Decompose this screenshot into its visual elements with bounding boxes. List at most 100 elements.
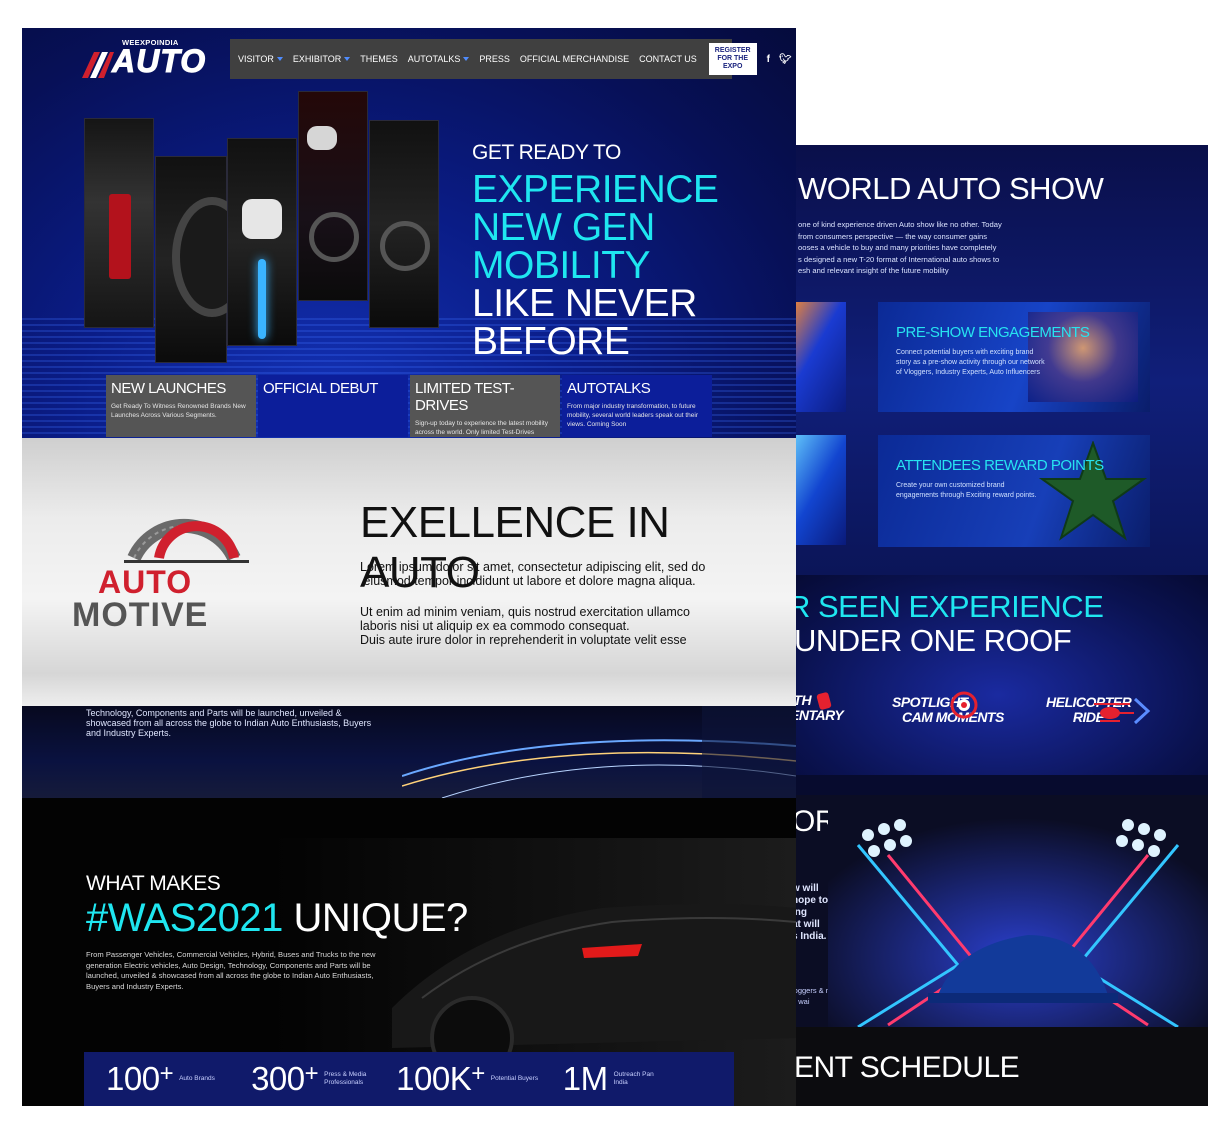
stat-number: 1M	[563, 1060, 608, 1098]
card-text: Connect potential buyers with exciting b…	[896, 349, 1045, 376]
back-page-screenshot: WORLD AUTO SHOW one of kind experience d…	[788, 145, 1208, 1106]
unveil-text-line: ing	[792, 907, 807, 918]
unique-pre-title: WHAT MAKES	[86, 872, 221, 895]
helicopter-icon	[1094, 703, 1134, 722]
partial-card-image	[788, 302, 846, 412]
stat-number: 100K+	[396, 1060, 485, 1098]
nav-label: OFFICIAL MERCHANDISE	[519, 54, 630, 64]
experience-line1: R SEEN EXPERIENCE	[788, 589, 1104, 624]
experience-line2: UNDER ONE ROOF	[794, 623, 1072, 658]
logo-word: AUTO	[111, 43, 207, 79]
nav-press[interactable]: PRESS	[479, 54, 510, 64]
excellence-paragraph-2: Ut enim ad minim veniam, quis nostrud ex…	[360, 605, 690, 647]
twitter-icon[interactable]: 🐦︎	[779, 54, 792, 65]
feature-title: AUTOTALKS	[567, 380, 651, 397]
unique-title-rest: UNIQUE?	[282, 896, 468, 940]
register-button[interactable]: REGISTER FOR THE EXPO	[708, 43, 757, 75]
automotive-logo-line2: MOTIVE	[72, 596, 209, 634]
car-wheel-image	[155, 156, 252, 363]
feature-text: Get Ready To Witness Renowned Brands New…	[111, 403, 246, 419]
unveil-text-line: s India.	[792, 931, 827, 942]
motorcycle-front-image	[298, 91, 368, 301]
stat-plus: +	[471, 1060, 485, 1087]
chevron-down-icon	[344, 57, 351, 61]
feature-new-launches[interactable]: NEW LAUNCHES Get Ready To Witness Renown…	[106, 375, 256, 437]
register-label: REGISTER	[714, 47, 751, 54]
hero-section: WEEXPOINDIA AUTO VISITOR EXHIBITOR THEME…	[22, 28, 796, 445]
motorcycle-wheel	[309, 212, 359, 262]
show-text-line: from consumers perspective — the way con…	[798, 231, 988, 241]
motorcycle-side-image	[369, 120, 439, 328]
unveil-text: w will hope to ing at will s India.	[792, 883, 828, 943]
feature-title: NEW LAUNCHES	[111, 380, 226, 397]
hero-line-experience: EXPERIENCE	[472, 168, 719, 211]
show-text-line: esh and relevant insight of the future m…	[798, 266, 949, 275]
chevron-down-icon	[463, 57, 470, 61]
nav-label: VISITOR	[238, 54, 274, 64]
stat-number: 300+	[251, 1060, 319, 1098]
stat-value: 100	[106, 1060, 160, 1097]
unveil-text-line: w will	[792, 883, 819, 894]
main-navigation: VISITOR EXHIBITOR THEMES AUTOTALKS PRESS…	[230, 39, 792, 79]
hero-line-never-before: LIKE NEVER BEFORE	[472, 282, 697, 363]
card-text: Create your own customized brand engagem…	[896, 482, 1037, 499]
feature-autotalks[interactable]: AUTOTALKS From major industry transforma…	[562, 375, 712, 437]
motorcycle-wheel	[380, 221, 430, 271]
world-auto-show-title: WORLD AUTO SHOW	[798, 171, 1104, 206]
card-title: PRE-SHOW ENGAGEMENTS	[896, 324, 1090, 341]
star-icon	[1038, 441, 1148, 541]
feature-text: From major industry transformation, to f…	[567, 403, 699, 428]
spotlight-target-icon	[950, 691, 978, 719]
facebook-icon[interactable]: f	[767, 54, 770, 65]
nav-visitor[interactable]: VISITOR	[238, 54, 283, 64]
nav-exhibitor[interactable]: EXHIBITOR	[292, 54, 351, 64]
unique-section: WHAT MAKES #WAS2021 UNIQUE? From Passeng…	[22, 798, 796, 1106]
pre-show-engagements-card[interactable]: PRE-SHOW ENGAGEMENTS Connect potential b…	[878, 302, 1150, 412]
unique-description: From Passenger Vehicles, Commercial Vehi…	[86, 950, 376, 991]
attendees-reward-points-card[interactable]: ATTENDEES REWARD POINTS Create your own …	[878, 435, 1150, 547]
city-text: Technology, Components and Parts will be…	[86, 708, 372, 738]
charging-cable-glow	[258, 259, 266, 339]
stat-label: Auto Brands	[179, 1075, 215, 1082]
paragraph-line: laboris nisi ut aliquip ex ea commodo co…	[360, 619, 630, 633]
stats-bar: 100+ Auto Brands 300+ Press & Media Prof…	[84, 1052, 734, 1106]
stat-number: 100+	[106, 1060, 174, 1098]
nav-autotalks[interactable]: AUTOTALKS	[408, 54, 470, 64]
stat-value: 1M	[562, 1060, 608, 1097]
world-auto-show-text: one of kind experience driven Auto show …	[798, 219, 1058, 277]
stat-value: 300	[251, 1060, 305, 1097]
truck-taillight	[109, 194, 131, 279]
stat-plus: +	[159, 1060, 174, 1087]
hero-pre-title: GET READY TO	[472, 141, 621, 164]
nav-label: THEMES	[360, 54, 398, 64]
site-logo[interactable]: WEEXPOINDIA AUTO	[82, 36, 222, 82]
register-label: FOR THE EXPO	[717, 55, 749, 70]
nav-official-merchandise[interactable]: OFFICIAL MERCHANDISE	[520, 54, 629, 64]
hero-line-new-gen: NEW GEN MOBILITY	[472, 206, 655, 287]
experience-item-line: ENTARY	[790, 707, 844, 723]
show-text-line: s designed a new T-20 format of Internat…	[798, 254, 1000, 264]
feature-official-debut[interactable]: OFFICIAL DEBUT	[258, 375, 408, 437]
ev-charger-image	[227, 138, 297, 346]
nav-contact-us[interactable]: CONTACT US	[639, 54, 697, 64]
unveil-text-line: hope to	[792, 895, 829, 906]
pickup-truck-image	[84, 118, 154, 328]
nav-themes[interactable]: THEMES	[360, 54, 398, 64]
nav-label: EXHIBITOR	[292, 54, 342, 64]
tire-logo-icon	[124, 518, 249, 563]
unveil-text-line: at will	[792, 919, 820, 930]
feature-title: LIMITED TEST-DRIVES	[415, 380, 515, 414]
city-lights-image	[402, 706, 796, 798]
stat-plus: +	[304, 1060, 319, 1087]
event-schedule-title: ENT SCHEDULE	[794, 1051, 1020, 1084]
show-text-line: one of kind experience driven Auto show …	[798, 220, 1002, 229]
stat-label: Potential Buyers	[490, 1075, 539, 1082]
stat-potential-buyers: 100K+ Potential Buyers	[396, 1060, 541, 1098]
paragraph-line: Ut enim ad minim veniam, quis nostrud ex…	[360, 605, 690, 619]
unique-hashtag: #WAS2021	[86, 896, 283, 940]
stat-label: Press & Media Professionals	[324, 1071, 367, 1086]
feature-limited-test-drives[interactable]: LIMITED TEST-DRIVES Sign-up today to exp…	[410, 375, 560, 445]
unique-title: #WAS2021 UNIQUE?	[86, 896, 468, 941]
chevron-right-icon[interactable]	[1132, 697, 1152, 725]
car-unveil-stage-image	[828, 795, 1208, 1027]
